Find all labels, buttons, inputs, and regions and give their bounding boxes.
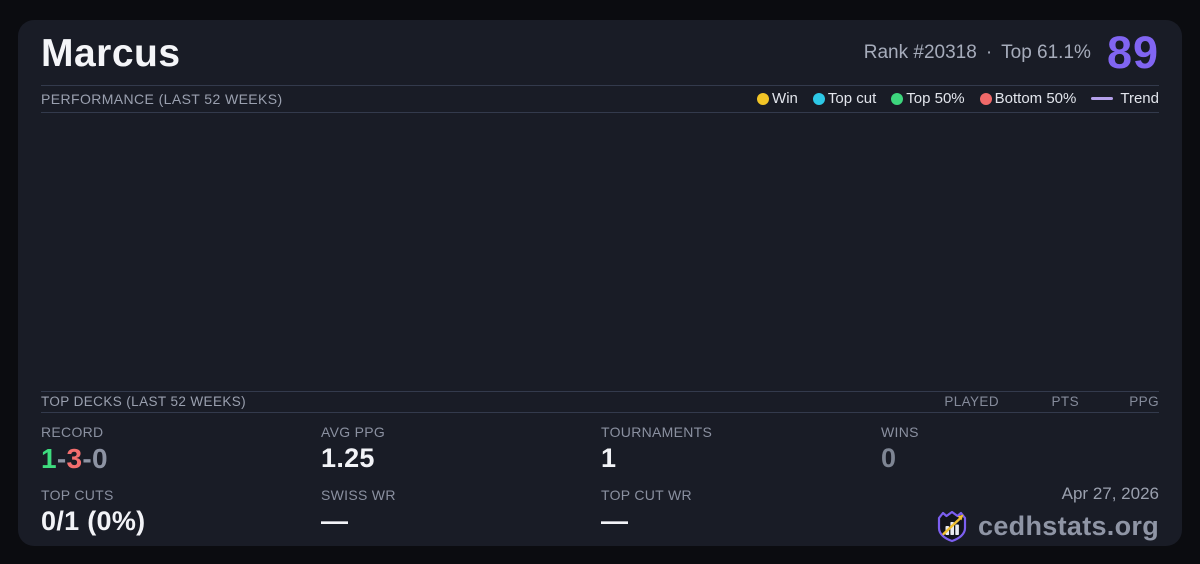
stat-top-cut-wr-label: TOP CUT WR <box>601 487 692 504</box>
top-50-dot-icon <box>891 92 904 105</box>
chart-legend: Win Top cut Top 50% Bottom 50% Trend <box>757 90 1159 107</box>
record-wins: 1 <box>41 443 57 475</box>
stat-top-cut-wr: TOP CUT WR — <box>601 476 881 545</box>
trend-line-icon <box>1091 97 1114 101</box>
bottom-50-dot-icon <box>979 92 992 105</box>
stat-top-cuts-value: 0/1 (0%) <box>41 506 146 537</box>
legend-item-trend: Trend <box>1091 90 1159 107</box>
top-decks-column-headers: PLAYED PTS PPG <box>919 394 1159 409</box>
stat-wins-value: 0 <box>881 443 897 474</box>
stat-avg-ppg-value: 1.25 <box>321 443 375 474</box>
top-decks-section-title: TOP DECKS (LAST 52 WEEKS) <box>41 394 247 410</box>
legend-item-bottom-50: Bottom 50% <box>979 90 1077 108</box>
card-header: Marcus Rank #20318 · Top 61.1% 89 <box>41 21 1159 86</box>
stat-wins-label: WINS <box>881 424 919 441</box>
stat-swiss-wr-value: — <box>321 506 349 537</box>
legend-label-win: Win <box>772 90 798 108</box>
rank-separator: · <box>985 41 993 63</box>
rank-text: Rank #20318 · Top 61.1% <box>864 42 1091 64</box>
win-dot-icon <box>757 92 770 105</box>
stat-record: RECORD 1-3-0 <box>41 424 321 476</box>
footer: Apr 27, 2026 cedhstats.org <box>881 476 1159 545</box>
record-losses: 3 <box>66 443 83 475</box>
stat-top-cut-wr-value: — <box>601 506 629 537</box>
stat-tournaments: TOURNAMENTS 1 <box>601 424 881 476</box>
stat-top-cuts-label: TOP CUTS <box>41 487 114 504</box>
top-cut-dot-icon <box>812 92 825 105</box>
column-header-ppg: PPG <box>1129 394 1159 410</box>
cedhstats-shield-logo-icon <box>937 510 967 543</box>
brand: cedhstats.org <box>934 507 1159 545</box>
legend-label-bottom-50: Bottom 50% <box>994 90 1077 108</box>
column-header-pts: PTS <box>1051 394 1079 410</box>
legend-item-top-50: Top 50% <box>891 90 965 108</box>
performance-section-bar: PERFORMANCE (LAST 52 WEEKS) Win Top cut … <box>41 86 1159 113</box>
record-separator: - <box>56 443 67 475</box>
stat-avg-ppg: AVG PPG 1.25 <box>321 424 601 476</box>
column-header-played: PLAYED <box>944 394 999 410</box>
player-score: 89 <box>1106 27 1159 79</box>
player-name: Marcus <box>41 32 181 76</box>
legend-label-top-cut: Top cut <box>827 90 877 108</box>
rank-number: Rank #20318 <box>863 41 977 63</box>
header-rank-block: Rank #20318 · Top 61.1% 89 <box>864 30 1159 75</box>
stat-record-value: 1-3-0 <box>41 445 321 473</box>
top-decks-section-bar: TOP DECKS (LAST 52 WEEKS) PLAYED PTS PPG <box>41 392 1159 414</box>
performance-section-title: PERFORMANCE (LAST 52 WEEKS) <box>41 90 283 107</box>
legend-label-trend: Trend <box>1120 90 1159 108</box>
player-stats-card: Marcus Rank #20318 · Top 61.1% 89 PERFORMA… <box>18 20 1182 546</box>
stat-tournaments-value: 1 <box>601 443 617 474</box>
record-draws: 0 <box>92 443 108 475</box>
stat-avg-ppg-label: AVG PPG <box>321 424 386 441</box>
stat-top-cuts: TOP CUTS 0/1 (0%) <box>41 476 321 545</box>
stats-grid: RECORD 1-3-0 AVG PPG 1.25 TOURNAMENTS 1 … <box>19 413 1181 545</box>
legend-item-top-cut: Top cut <box>812 90 877 108</box>
footer-date: Apr 27, 2026 <box>1061 484 1159 504</box>
record-separator: - <box>82 443 92 475</box>
stat-record-label: RECORD <box>41 424 104 441</box>
stat-swiss-wr: SWISS WR — <box>321 476 601 545</box>
performance-chart-plot-area <box>41 113 1159 392</box>
top-percent: Top 61.1% <box>1001 41 1091 63</box>
brand-text: cedhstats.org <box>978 510 1159 541</box>
stat-wins: WINS 0 <box>881 424 1159 476</box>
legend-item-win: Win <box>757 90 798 107</box>
legend-label-top-50: Top 50% <box>906 90 965 108</box>
stat-tournaments-label: TOURNAMENTS <box>601 424 713 441</box>
stat-swiss-wr-label: SWISS WR <box>321 487 396 504</box>
